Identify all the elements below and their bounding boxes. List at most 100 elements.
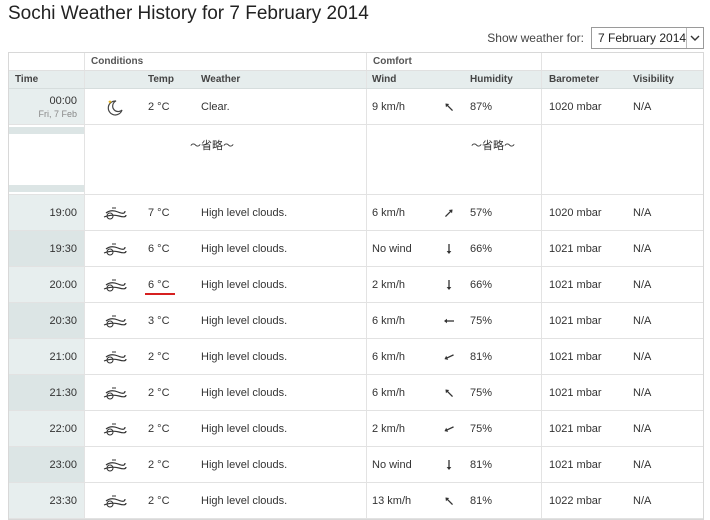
row-time: 21:30 bbox=[9, 375, 84, 410]
row-visibility: N/A bbox=[633, 243, 652, 255]
temp-highlight-underline bbox=[145, 293, 175, 295]
left-arrow-icon bbox=[431, 303, 466, 338]
sw-arrow-icon bbox=[431, 89, 466, 124]
row-weather: High level clouds. bbox=[201, 315, 288, 327]
row-humidity: 81% bbox=[470, 495, 493, 507]
row-barometer: 1021 mbar bbox=[541, 411, 629, 446]
row-visibility: N/A bbox=[633, 351, 652, 363]
se-arrow-icon bbox=[431, 195, 466, 230]
col-weather: Weather bbox=[201, 74, 241, 85]
high-clouds-icon bbox=[84, 195, 144, 230]
page-title: Sochi Weather History for 7 February 201… bbox=[8, 3, 369, 24]
date-select[interactable]: 7 February 2014 bbox=[591, 27, 704, 49]
selector-label: Show weather for: bbox=[487, 31, 584, 45]
row-date: Fri, 7 Feb bbox=[38, 109, 77, 119]
row-weather: High level clouds. bbox=[201, 423, 288, 435]
down-arrow-icon bbox=[431, 447, 466, 482]
table-row: 21:30 2 °C High level clouds. 6 km/h 75% 1021… bbox=[9, 375, 703, 411]
sw-arrow-icon bbox=[431, 375, 466, 410]
row-weather: Clear. bbox=[201, 101, 230, 113]
high-clouds-icon bbox=[84, 231, 144, 266]
row-time: 20:30 bbox=[9, 303, 84, 338]
group-comfort: Comfort bbox=[366, 53, 541, 70]
row-visibility: N/A bbox=[633, 207, 652, 219]
col-time: Time bbox=[15, 74, 39, 85]
row-barometer: 1022 mbar bbox=[541, 483, 629, 518]
down-arrow-icon bbox=[431, 231, 466, 266]
sw-arrow-icon bbox=[431, 483, 466, 518]
high-clouds-icon bbox=[84, 267, 144, 302]
row-barometer: 1021 mbar bbox=[541, 267, 629, 302]
row-barometer: 1021 mbar bbox=[541, 339, 629, 374]
row-time: 00:00 bbox=[49, 95, 77, 107]
group-header-row: Conditions Comfort bbox=[9, 53, 703, 71]
row-wind: 2 km/h bbox=[366, 411, 431, 446]
row-visibility: N/A bbox=[633, 279, 652, 291]
col-wind: Wind bbox=[366, 71, 431, 88]
row-weather: High level clouds. bbox=[201, 495, 288, 507]
row-visibility: N/A bbox=[633, 423, 652, 435]
row-temp: 6 °C bbox=[148, 243, 170, 255]
row-barometer: 1021 mbar bbox=[541, 447, 629, 482]
row-visibility: N/A bbox=[633, 459, 652, 471]
row-time: 19:30 bbox=[9, 231, 84, 266]
row-time: 23:00 bbox=[9, 447, 84, 482]
row-temp: 2 °C bbox=[148, 423, 170, 435]
table-row: 20:30 3 °C High level clouds. 6 km/h 75% 1021… bbox=[9, 303, 703, 339]
row-weather: High level clouds. bbox=[201, 351, 288, 363]
col-barometer: Barometer bbox=[541, 71, 629, 88]
row-temp: 2 °C bbox=[148, 387, 170, 399]
row-temp: 2 °C bbox=[148, 101, 170, 113]
omitted-label: ～省略～ bbox=[471, 140, 515, 152]
row-wind: No wind bbox=[366, 447, 431, 482]
row-time: 21:00 bbox=[9, 339, 84, 374]
row-wind: 6 km/h bbox=[366, 195, 431, 230]
wsw-arrow-icon bbox=[431, 339, 466, 374]
row-time: 20:00 bbox=[9, 267, 84, 302]
group-conditions: Conditions bbox=[84, 53, 366, 70]
row-humidity: 57% bbox=[470, 207, 493, 219]
row-weather: High level clouds. bbox=[201, 279, 288, 291]
row-humidity: 81% bbox=[470, 459, 493, 471]
row-barometer: 1021 mbar bbox=[541, 231, 629, 266]
row-barometer: 1021 mbar bbox=[541, 375, 629, 410]
col-humidity: Humidity bbox=[470, 74, 513, 85]
down-arrow-icon bbox=[431, 267, 466, 302]
row-wind: 13 km/h bbox=[366, 483, 431, 518]
table-row: 20:00 6 °C High level clouds. 2 km/h 66% 1021… bbox=[9, 267, 703, 303]
row-wind: 2 km/h bbox=[366, 267, 431, 302]
weather-table: Conditions Comfort Time Temp Weather Win… bbox=[8, 52, 704, 520]
row-humidity: 75% bbox=[470, 423, 493, 435]
row-humidity: 75% bbox=[470, 387, 493, 399]
date-selector-row: Show weather for: 7 February 2014 bbox=[487, 27, 704, 49]
row-wind: 6 km/h bbox=[366, 375, 431, 410]
table-row: 22:00 2 °C High level clouds. 2 km/h 75% 1021… bbox=[9, 411, 703, 447]
row-time: 23:30 bbox=[9, 483, 84, 518]
row-temp: 6 °C bbox=[148, 279, 170, 291]
wsw-arrow-icon bbox=[431, 411, 466, 446]
row-visibility: N/A bbox=[633, 101, 652, 113]
high-clouds-icon bbox=[84, 339, 144, 374]
row-wind: 6 km/h bbox=[366, 339, 431, 374]
column-header-row: Time Temp Weather Wind Humidity Baromete… bbox=[9, 71, 703, 89]
high-clouds-icon bbox=[84, 303, 144, 338]
row-wind: 6 km/h bbox=[366, 303, 431, 338]
table-row: 21:00 2 °C High level clouds. 6 km/h 81% 1021… bbox=[9, 339, 703, 375]
moon-icon bbox=[84, 89, 144, 124]
table-row: 23:30 2 °C High level clouds. 13 km/h 81% 102… bbox=[9, 483, 703, 519]
row-temp: 2 °C bbox=[148, 495, 170, 507]
row-weather: High level clouds. bbox=[201, 207, 288, 219]
chevron-down-icon[interactable] bbox=[686, 28, 703, 48]
high-clouds-icon bbox=[84, 411, 144, 446]
row-humidity: 66% bbox=[470, 243, 493, 255]
row-time: 22:00 bbox=[9, 411, 84, 446]
row-weather: High level clouds. bbox=[201, 243, 288, 255]
table-row: 19:30 6 °C High level clouds. No wind 66% 102… bbox=[9, 231, 703, 267]
omitted-label: ～省略～ bbox=[190, 140, 234, 152]
col-visibility: Visibility bbox=[633, 74, 674, 85]
high-clouds-icon bbox=[84, 447, 144, 482]
row-barometer: 1020 mbar bbox=[541, 195, 629, 230]
row-weather: High level clouds. bbox=[201, 387, 288, 399]
row-temp: 2 °C bbox=[148, 351, 170, 363]
table-row: 23:00 2 °C High level clouds. No wind 81% 102… bbox=[9, 447, 703, 483]
